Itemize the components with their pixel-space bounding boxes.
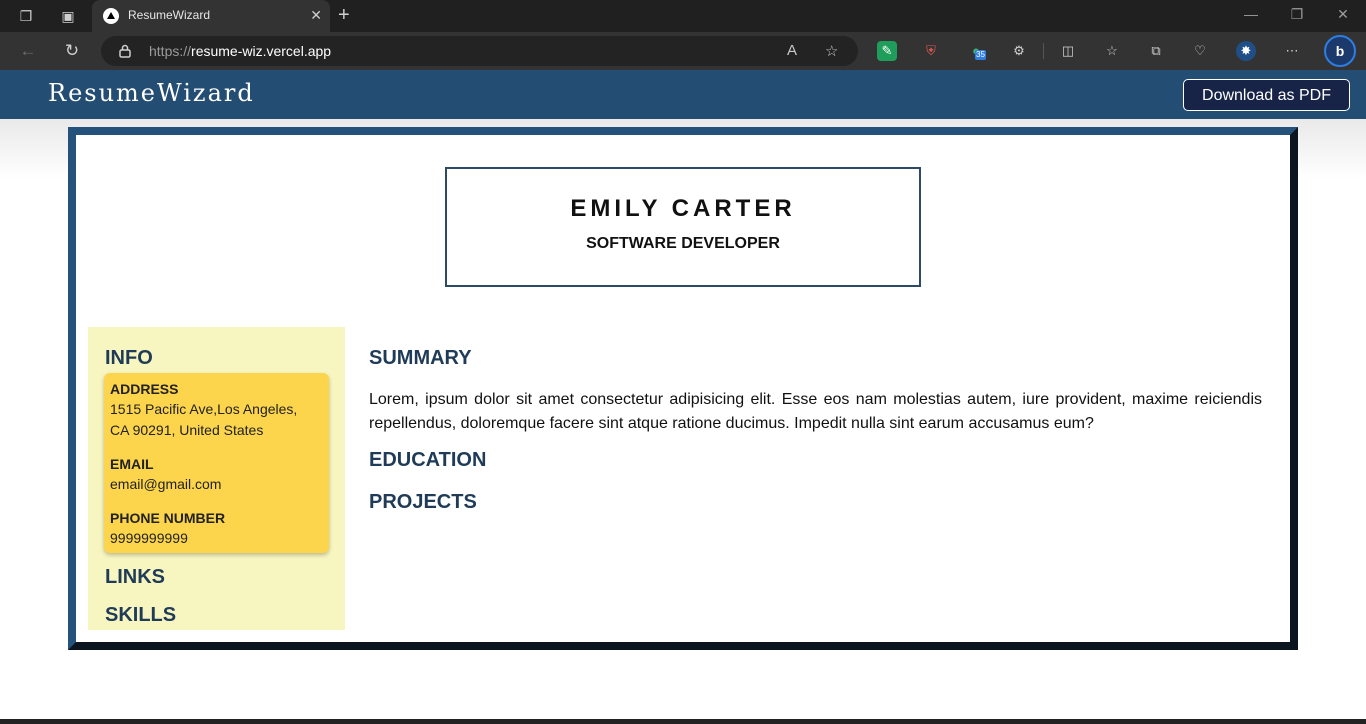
edit-extension-icon[interactable]: ✎ <box>877 41 897 61</box>
browser-titlebar: ❐ ▣ ResumeWizard ✕ + — ❐ ✕ <box>0 0 1366 32</box>
split-screen-icon[interactable]: ◫ <box>1058 41 1078 61</box>
phone-value: 9999999999 <box>110 530 188 546</box>
url-prefix: https:// <box>149 43 192 59</box>
email-value: email@gmail.com <box>110 476 222 492</box>
summary-heading: SUMMARY <box>369 347 472 369</box>
address-bar[interactable]: https://resume-wiz.vercel.app A ☆ <box>101 36 858 66</box>
browser-toolbar: ← ↻ https://resume-wiz.vercel.app A ☆ ✎ … <box>0 32 1366 70</box>
shield-extension-icon[interactable]: ⛨ <box>921 41 941 61</box>
new-tab-icon[interactable]: + <box>338 4 350 27</box>
profile-extension-icon[interactable]: ✸ <box>1236 41 1256 61</box>
extension-badge-icon[interactable]: ●35 <box>966 41 986 61</box>
taskbar-edge <box>0 719 1366 724</box>
read-aloud-icon[interactable]: A <box>787 42 797 59</box>
browser-essentials-icon[interactable]: ♡ <box>1190 41 1210 61</box>
address-label: ADDRESS <box>110 381 179 397</box>
resume-name: EMILY CARTER <box>570 195 796 222</box>
tab-actions-icon[interactable]: ▣ <box>58 6 78 26</box>
back-icon[interactable]: ← <box>17 40 39 62</box>
more-options-icon[interactable]: ⋯ <box>1282 41 1302 61</box>
vercel-logo-icon <box>103 8 119 24</box>
toolbar-divider <box>1043 43 1044 59</box>
address-line-1: 1515 Pacific Ave,Los Angeles, <box>110 401 298 417</box>
links-heading: LINKS <box>105 566 165 588</box>
minimize-icon[interactable]: — <box>1236 6 1266 22</box>
info-card: ADDRESS 1515 Pacific Ave,Los Angeles, CA… <box>104 373 329 553</box>
address-line-2: CA 90291, United States <box>110 422 264 438</box>
info-heading: INFO <box>105 347 153 369</box>
collections-icon[interactable]: ⧉ <box>1146 41 1166 61</box>
resume-preview: EMILY CARTER SOFTWARE DEVELOPER INFO ADD… <box>68 127 1298 650</box>
extensions-puzzle-icon[interactable]: ⚙ <box>1009 41 1029 61</box>
resume-sidebar: INFO ADDRESS 1515 Pacific Ave,Los Angele… <box>88 327 345 630</box>
lock-icon <box>119 44 131 58</box>
close-tab-icon[interactable]: ✕ <box>310 7 322 24</box>
favorites-icon[interactable]: ☆ <box>1102 41 1122 61</box>
workspaces-icon[interactable]: ❐ <box>16 6 36 26</box>
summary-text: Lorem, ipsum dolor sit amet consectetur … <box>369 391 1262 432</box>
copilot-icon[interactable]: b <box>1324 35 1356 67</box>
projects-heading: PROJECTS <box>369 491 477 513</box>
name-header-box: EMILY CARTER SOFTWARE DEVELOPER <box>445 167 921 287</box>
email-label: EMAIL <box>110 456 154 472</box>
app-header: ResumeWizard Download as PDF <box>0 70 1366 119</box>
resume-role: SOFTWARE DEVELOPER <box>586 235 780 252</box>
brand-logo[interactable]: ResumeWizard <box>48 79 255 107</box>
tab-title: ResumeWizard <box>128 8 211 22</box>
extension-badge-count: 35 <box>975 50 986 60</box>
url-text[interactable]: https://resume-wiz.vercel.app <box>149 43 331 59</box>
refresh-icon[interactable]: ↻ <box>61 40 83 62</box>
restore-icon[interactable]: ❐ <box>1282 6 1312 23</box>
download-pdf-button[interactable]: Download as PDF <box>1183 79 1350 111</box>
phone-label: PHONE NUMBER <box>110 510 226 526</box>
close-window-icon[interactable]: ✕ <box>1328 6 1358 23</box>
favorite-star-icon[interactable]: ☆ <box>825 42 838 60</box>
browser-tab[interactable]: ResumeWizard ✕ <box>92 0 330 32</box>
skills-heading: SKILLS <box>105 604 177 626</box>
education-heading: EDUCATION <box>369 449 487 471</box>
url-host: resume-wiz.vercel.app <box>191 43 332 59</box>
